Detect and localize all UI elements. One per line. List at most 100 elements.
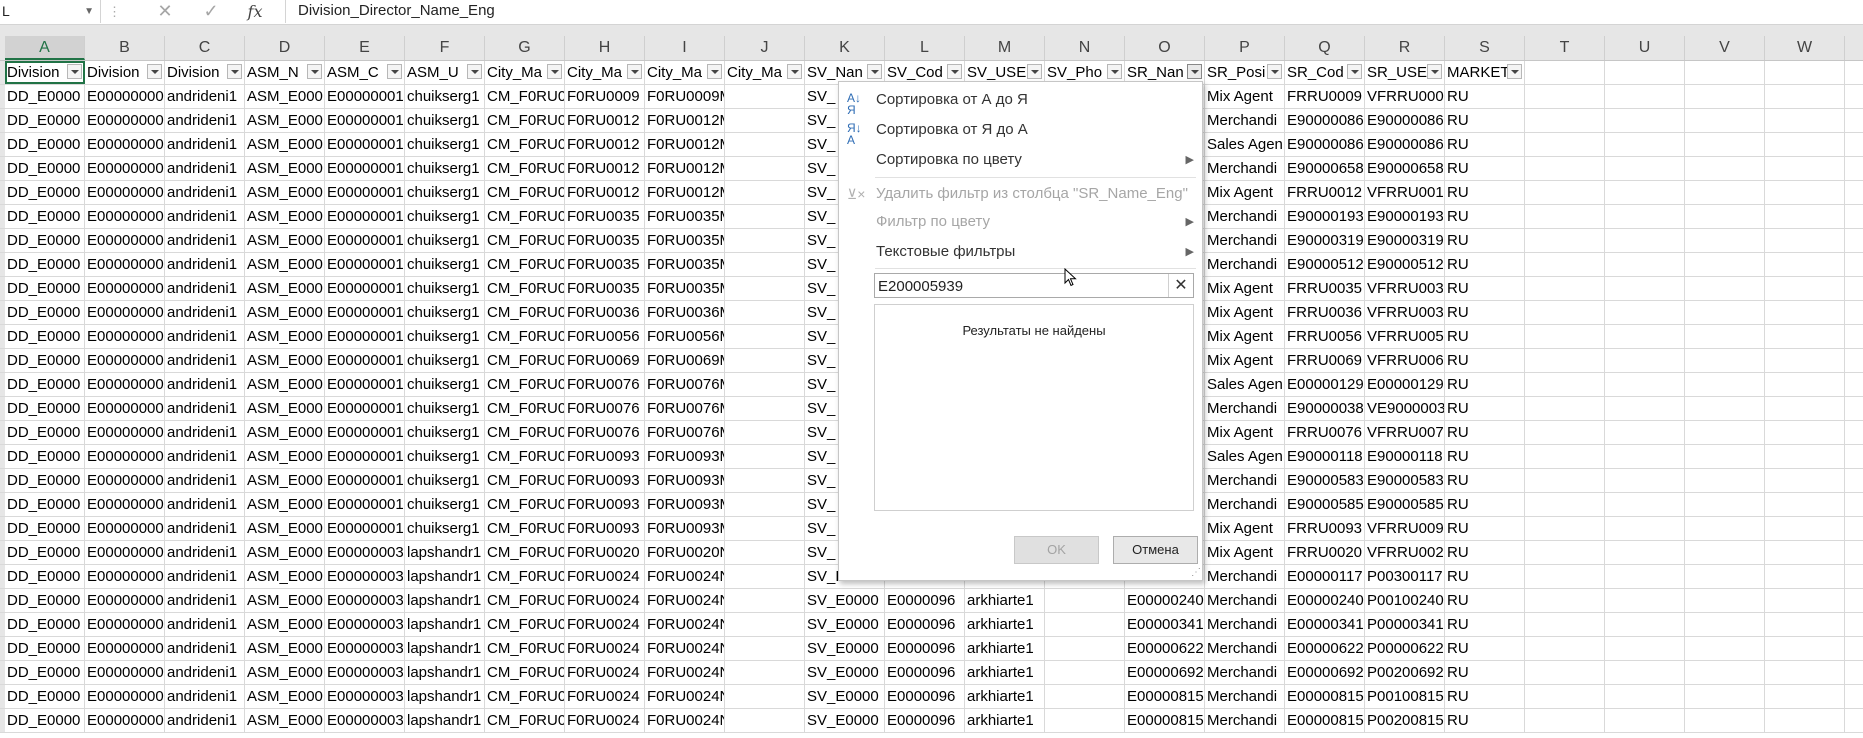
cell[interactable]: E90000319 xyxy=(1365,229,1445,252)
header-cell[interactable]: City_Ma xyxy=(725,61,805,84)
cell[interactable]: RU xyxy=(1445,397,1525,420)
cell[interactable]: CM_F0RU0 xyxy=(485,445,565,468)
cell[interactable]: E90000086 xyxy=(1285,133,1365,156)
cell[interactable]: F0RU0076 xyxy=(565,421,645,444)
cell[interactable]: chuikserg1 xyxy=(405,397,485,420)
cell[interactable]: CM_F0RU0 xyxy=(485,301,565,324)
cell[interactable]: E90000658 xyxy=(1365,157,1445,180)
filter-dropdown-button[interactable] xyxy=(1347,64,1362,79)
cell[interactable]: F0RU0012 xyxy=(565,109,645,132)
cell[interactable]: F0RU0076M1 xyxy=(645,373,725,396)
cell[interactable] xyxy=(1525,229,1605,252)
cell[interactable]: Mix Agent xyxy=(1205,277,1285,300)
cell[interactable]: E90000086 xyxy=(1285,109,1365,132)
cell[interactable]: andrideni1 xyxy=(165,277,245,300)
cell[interactable]: Mix Agent xyxy=(1205,181,1285,204)
cell[interactable] xyxy=(1605,181,1685,204)
cell[interactable] xyxy=(1525,325,1605,348)
cell[interactable] xyxy=(1605,157,1685,180)
cell[interactable] xyxy=(1045,613,1125,636)
cell[interactable]: E00000240 xyxy=(1285,589,1365,612)
cell[interactable]: CM_F0RU0 xyxy=(485,157,565,180)
cell[interactable]: E90000193 xyxy=(1365,205,1445,228)
cell[interactable] xyxy=(1765,613,1845,636)
cell[interactable]: SV_E0000 xyxy=(805,613,885,636)
cell[interactable]: CM_F0RU0 xyxy=(485,325,565,348)
cell[interactable] xyxy=(1685,421,1765,444)
cell[interactable]: E00000001 xyxy=(325,517,405,540)
cell[interactable]: DD_E0000 xyxy=(5,541,85,564)
cell[interactable] xyxy=(1525,637,1605,660)
cell[interactable]: chuikserg1 xyxy=(405,493,485,516)
cell[interactable] xyxy=(1765,469,1845,492)
cell[interactable]: E90000118 xyxy=(1285,445,1365,468)
cell[interactable]: RU xyxy=(1445,325,1525,348)
cell[interactable]: chuikserg1 xyxy=(405,229,485,252)
cell[interactable]: andrideni1 xyxy=(165,661,245,684)
cell[interactable] xyxy=(725,613,805,636)
cell[interactable]: CM_F0RU0 xyxy=(485,397,565,420)
cell[interactable] xyxy=(1685,541,1765,564)
cell[interactable] xyxy=(1605,325,1685,348)
cell[interactable]: Sales Agen xyxy=(1205,373,1285,396)
cell[interactable]: arkhiarte1 xyxy=(965,637,1045,660)
cell[interactable]: ASM_E000 xyxy=(245,181,325,204)
header-cell[interactable]: City_Ma xyxy=(485,61,565,84)
filter-dropdown-button[interactable] xyxy=(387,64,402,79)
cell[interactable]: RU xyxy=(1445,445,1525,468)
cell[interactable]: DD_E0000 xyxy=(5,133,85,156)
cell[interactable]: CM_F0RU0 xyxy=(485,685,565,708)
cell[interactable]: E90000512 xyxy=(1365,253,1445,276)
cell[interactable]: ASM_E000 xyxy=(245,517,325,540)
cell[interactable]: DD_E0000 xyxy=(5,109,85,132)
cell[interactable]: Merchandi xyxy=(1205,589,1285,612)
column-header-j[interactable]: J xyxy=(725,36,805,60)
column-header-q[interactable]: Q xyxy=(1285,36,1365,60)
cell[interactable]: E00000001 xyxy=(325,325,405,348)
cell[interactable]: E0000096 xyxy=(885,709,965,732)
sort-descending-item[interactable]: Я↓ А Сортировка от Я до А xyxy=(839,116,1202,146)
cell[interactable]: Mix Agent xyxy=(1205,541,1285,564)
filter-dropdown-button[interactable] xyxy=(67,64,82,79)
cell[interactable]: F0RU0093M1 xyxy=(645,445,725,468)
cell[interactable] xyxy=(1685,253,1765,276)
cell[interactable]: SV_E0000 xyxy=(805,661,885,684)
cell[interactable]: E90000583 xyxy=(1285,469,1365,492)
cell[interactable] xyxy=(725,589,805,612)
cell[interactable]: FRRU0020 xyxy=(1285,541,1365,564)
cell[interactable]: FRRU0076 xyxy=(1285,421,1365,444)
cell[interactable] xyxy=(1605,205,1685,228)
cell[interactable]: chuikserg1 xyxy=(405,133,485,156)
cell[interactable] xyxy=(1765,181,1845,204)
filter-dropdown-button[interactable] xyxy=(1187,64,1202,79)
cell[interactable]: Merchandi xyxy=(1205,661,1285,684)
cell[interactable]: RU xyxy=(1445,181,1525,204)
cell[interactable]: E00000000 xyxy=(85,229,165,252)
cell[interactable] xyxy=(1605,661,1685,684)
cell[interactable]: VE9000003 xyxy=(1365,397,1445,420)
cell[interactable]: DD_E0000 xyxy=(5,709,85,732)
cell[interactable] xyxy=(1605,445,1685,468)
cell[interactable]: chuikserg1 xyxy=(405,349,485,372)
cell[interactable]: DD_E0000 xyxy=(5,349,85,372)
ok-button[interactable]: OK xyxy=(1014,536,1099,564)
cell[interactable]: E00000003 xyxy=(325,661,405,684)
cell[interactable] xyxy=(1525,397,1605,420)
cell[interactable] xyxy=(1525,613,1605,636)
cancel-edit-icon[interactable]: ✕ xyxy=(150,0,180,23)
cell[interactable] xyxy=(1605,253,1685,276)
cell[interactable]: andrideni1 xyxy=(165,229,245,252)
filter-dropdown-button[interactable] xyxy=(467,64,482,79)
clear-search-icon[interactable]: ✕ xyxy=(1168,274,1193,297)
header-cell[interactable]: Division xyxy=(165,61,245,84)
cell[interactable]: SV_E0000 xyxy=(805,685,885,708)
cell[interactable] xyxy=(1685,85,1765,108)
cell[interactable]: Merchandi xyxy=(1205,229,1285,252)
cell[interactable]: andrideni1 xyxy=(165,133,245,156)
cell[interactable]: FRRU0093 xyxy=(1285,517,1365,540)
cell[interactable]: DD_E0000 xyxy=(5,445,85,468)
cell[interactable]: E00000003 xyxy=(325,709,405,732)
cell[interactable]: P00100815 xyxy=(1365,685,1445,708)
cell[interactable]: andrideni1 xyxy=(165,109,245,132)
cell[interactable]: F0RU0093 xyxy=(565,445,645,468)
